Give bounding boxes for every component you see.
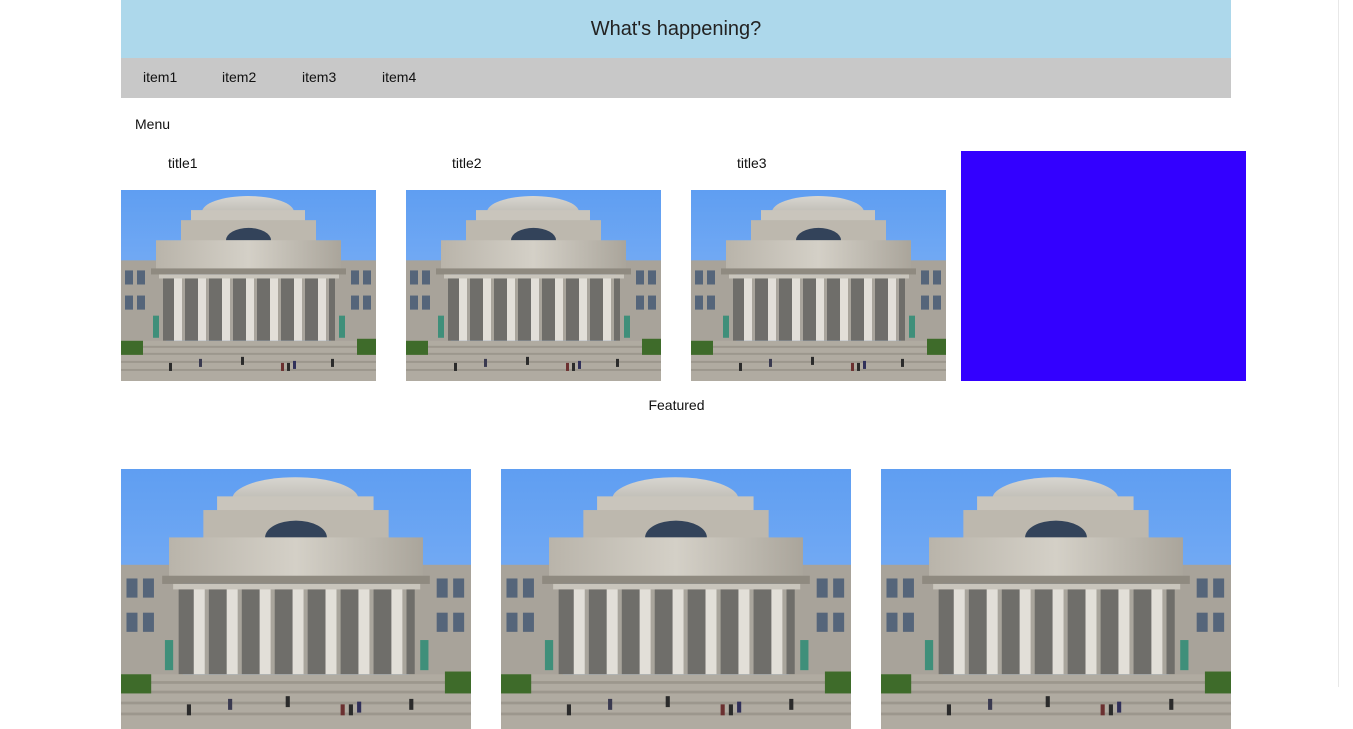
top-nav: item1 item2 item3 item4 (121, 58, 1231, 98)
promo-block (961, 151, 1246, 381)
featured-image-1[interactable] (121, 469, 471, 729)
vertical-scrollbar[interactable] (1338, 0, 1353, 687)
nav-item-1[interactable]: item1 (143, 58, 177, 98)
featured-heading: Featured (648, 397, 705, 413)
nav-item-3[interactable]: item3 (302, 58, 336, 98)
card-image-1[interactable] (121, 190, 376, 381)
card-image-3[interactable] (691, 190, 946, 381)
site-header: What's happening? (121, 0, 1231, 58)
featured-image-3[interactable] (881, 469, 1231, 729)
header-title: What's happening? (590, 17, 762, 40)
card-image-2[interactable] (406, 190, 661, 381)
menu-label: Menu (135, 116, 171, 132)
card-title-1: title1 (168, 155, 198, 171)
nav-item-2[interactable]: item2 (222, 58, 256, 98)
card-title-2: title2 (452, 155, 482, 171)
card-title-3: title3 (737, 155, 767, 171)
featured-image-2[interactable] (501, 469, 851, 729)
nav-item-4[interactable]: item4 (382, 58, 416, 98)
